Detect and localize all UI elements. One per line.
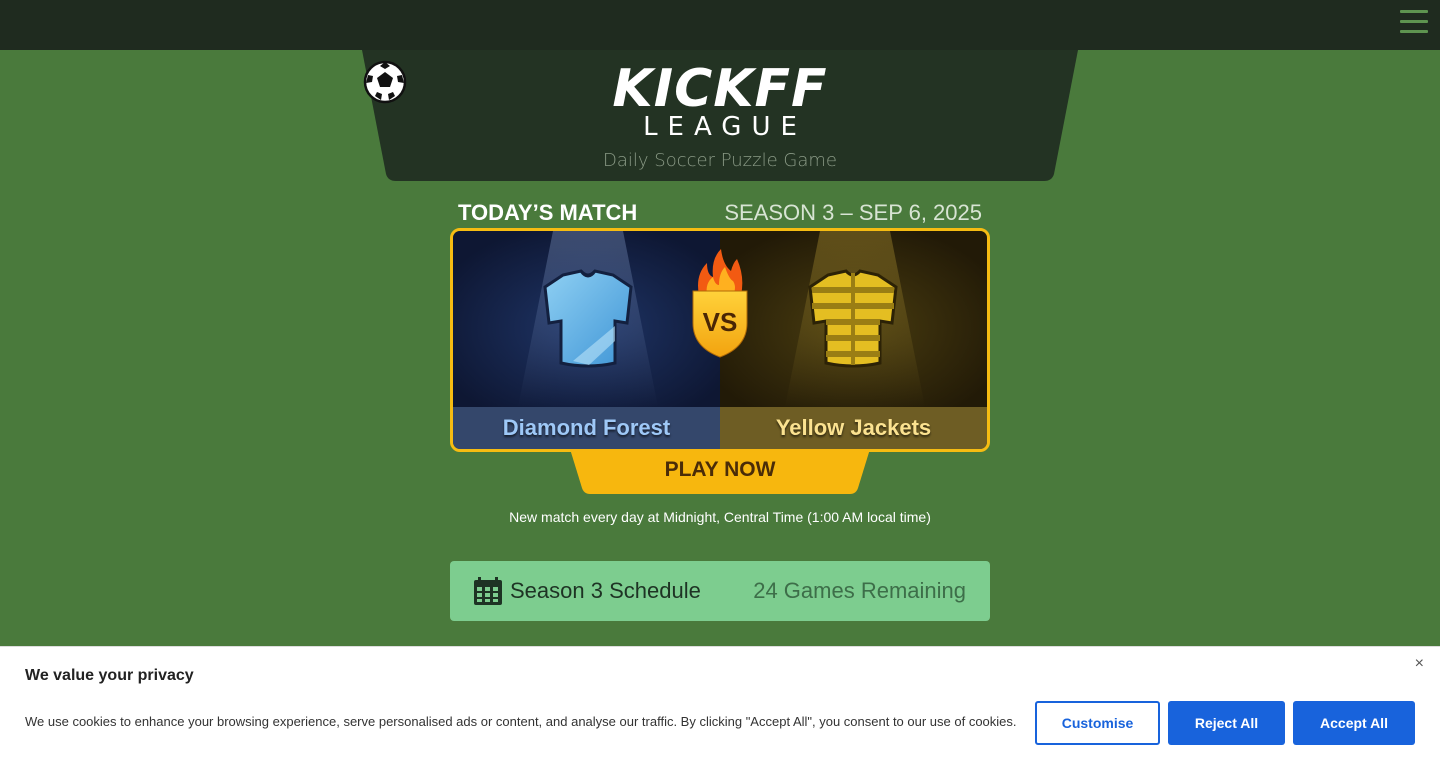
logo: KICK FF LEAGUE — [362, 60, 1078, 140]
soccer-ball-icon — [363, 60, 407, 104]
play-now-label: PLAY NOW — [664, 458, 776, 481]
logo-text-league: LEAGUE — [643, 112, 807, 142]
cookie-text: We use cookies to enhance your browsing … — [25, 714, 1017, 729]
logo-text-ff: FF — [754, 59, 828, 119]
home-team-name: Diamond Forest — [453, 407, 720, 449]
cookie-banner: We value your privacy We use cookies to … — [0, 646, 1440, 762]
todays-match-heading: TODAY’S MATCH — [458, 200, 638, 225]
vs-label: VS — [702, 307, 738, 337]
close-icon[interactable]: × — [1415, 655, 1424, 673]
match-heading-row: TODAY’S MATCH SEASON 3 – SEP 6, 2025 — [458, 200, 982, 226]
games-remaining: 24 Games Remaining — [753, 578, 966, 603]
match-card: VS Diamond Forest Yellow Jackets — [450, 228, 990, 452]
play-now-button[interactable]: PLAY NOW — [570, 449, 870, 494]
tagline: Daily Soccer Puzzle Game — [603, 150, 837, 171]
season-date: SEASON 3 – SEP 6, 2025 — [724, 200, 982, 225]
reject-all-button[interactable]: Reject All — [1168, 701, 1285, 745]
logo-text-kick: KICK — [612, 59, 755, 119]
header-plate: KICK FF LEAGUE Daily Soccer Puzzle Game — [362, 50, 1078, 181]
top-bar — [0, 0, 1440, 50]
customise-button[interactable]: Customise — [1035, 701, 1160, 745]
season-schedule-button[interactable]: Season 3 Schedule 24 Games Remaining — [450, 561, 990, 621]
new-match-info: New match every day at Midnight, Central… — [509, 509, 931, 525]
schedule-label: Season 3 Schedule — [510, 578, 701, 603]
calendar-icon — [474, 577, 502, 605]
away-team-name: Yellow Jackets — [720, 407, 987, 449]
hamburger-menu-icon[interactable] — [1400, 10, 1428, 36]
cookie-title: We value your privacy — [25, 667, 194, 684]
accept-all-button[interactable]: Accept All — [1293, 701, 1415, 745]
